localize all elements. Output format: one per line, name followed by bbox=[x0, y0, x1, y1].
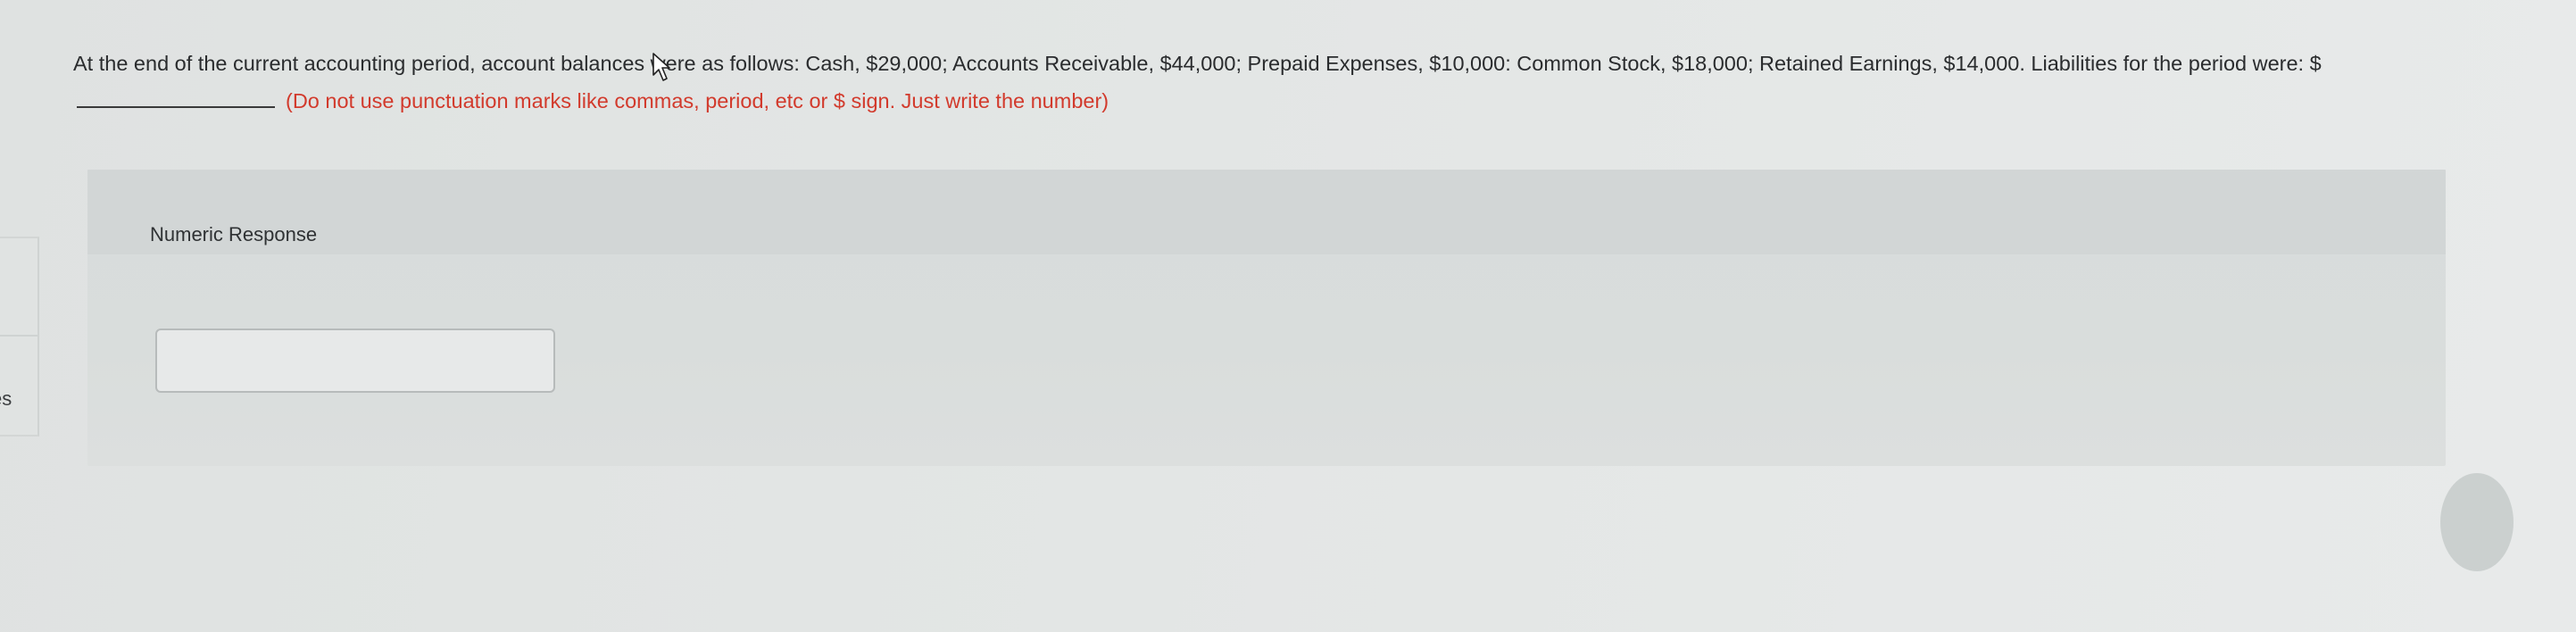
sidebar-partial-label: es bbox=[0, 387, 12, 410]
mouse-cursor-icon bbox=[652, 53, 670, 81]
screen-glare bbox=[2440, 473, 2514, 571]
response-panel: Numeric Response bbox=[87, 170, 2446, 466]
question-instruction: (Do not use punctuation marks like comma… bbox=[286, 89, 1109, 112]
sidebar-divider bbox=[0, 335, 37, 337]
response-panel-header bbox=[87, 170, 2446, 254]
answer-blank bbox=[77, 90, 275, 108]
response-label: Numeric Response bbox=[150, 223, 318, 245]
question-text: At the end of the current accounting per… bbox=[73, 52, 2322, 75]
numeric-response-input[interactable] bbox=[155, 328, 555, 393]
question-prompt: At the end of the current accounting per… bbox=[73, 45, 2483, 120]
